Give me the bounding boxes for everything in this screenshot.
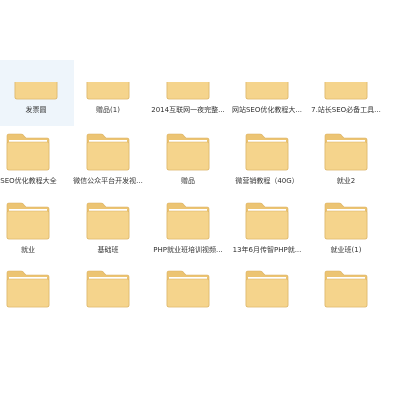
folder-icon <box>6 268 50 308</box>
folder-label: 微营销教程（40G） <box>235 177 299 185</box>
folder-item[interactable]: 赠品 <box>150 131 226 197</box>
folder-icon <box>166 82 210 100</box>
folder-icon <box>6 200 50 240</box>
folder-label: 赠品 <box>181 177 195 185</box>
folder-label: 站SEO优化教程大全 <box>0 177 57 185</box>
folder-item[interactable]: 2014互联网一夜完整... <box>150 60 226 126</box>
folder-icon <box>14 82 58 100</box>
folder-icon <box>245 82 289 100</box>
folder-label <box>150 312 226 324</box>
folder-label: 发票圆 <box>25 106 47 114</box>
folder-item[interactable] <box>70 268 146 334</box>
folder-label: 2014互联网一夜完整... <box>151 106 225 114</box>
folder-label: 微信公众平台开发视... <box>73 177 143 185</box>
folder-icon <box>245 131 289 171</box>
folder-icon <box>86 82 130 100</box>
folder-item[interactable]: 基础班 <box>70 200 146 266</box>
folder-label: 网站SEO优化教程大... <box>231 106 303 114</box>
folder-label: 就业 <box>21 246 35 254</box>
folder-label: 7.站长SEO必备工具... <box>311 106 381 114</box>
folder-icon <box>166 200 210 240</box>
folder-item[interactable]: 7.站长SEO必备工具... <box>308 60 384 126</box>
folder-item[interactable] <box>150 268 226 334</box>
folder-item[interactable]: 赠品(1) <box>70 60 146 126</box>
folder-item[interactable]: 就业2 <box>308 131 384 197</box>
folder-label <box>229 312 305 324</box>
folder-label: 13年6月传智PHP就... <box>232 246 302 254</box>
folder-item[interactable] <box>0 268 66 334</box>
folder-item[interactable]: 发票圆 <box>0 60 74 126</box>
folder-item[interactable]: 就业 <box>0 200 66 266</box>
folder-item[interactable] <box>229 268 305 334</box>
folder-grid: 发票圆 赠品(1) 2014互联网一夜完整... 网站SEO优化教程大... 7… <box>0 0 400 400</box>
folder-item[interactable] <box>308 268 384 334</box>
folder-icon <box>166 131 210 171</box>
folder-item[interactable]: 微信公众平台开发视... <box>70 131 146 197</box>
folder-icon <box>166 268 210 308</box>
file-explorer: 发票圆 赠品(1) 2014互联网一夜完整... 网站SEO优化教程大... 7… <box>0 0 400 400</box>
folder-label: 就业班(1) <box>330 246 362 254</box>
folder-icon <box>86 268 130 308</box>
folder-label <box>70 312 146 324</box>
folder-label <box>0 312 66 324</box>
folder-icon <box>86 131 130 171</box>
folder-icon <box>324 131 368 171</box>
folder-icon <box>324 268 368 308</box>
folder-label: 基础班 <box>97 246 119 254</box>
folder-item[interactable]: 13年6月传智PHP就... <box>229 200 305 266</box>
folder-icon <box>324 200 368 240</box>
folder-icon <box>86 200 130 240</box>
folder-item[interactable]: 网站SEO优化教程大... <box>229 60 305 126</box>
folder-label: 赠品(1) <box>96 106 120 114</box>
folder-icon <box>245 268 289 308</box>
folder-icon <box>6 131 50 171</box>
folder-label: PHP就业班培训视频... <box>153 246 223 254</box>
folder-icon <box>245 200 289 240</box>
folder-icon <box>324 82 368 100</box>
folder-label <box>308 312 384 324</box>
folder-item[interactable]: 就业班(1) <box>308 200 384 266</box>
folder-label: 就业2 <box>336 177 356 185</box>
folder-item[interactable]: PHP就业班培训视频... <box>150 200 226 266</box>
folder-item[interactable]: 微营销教程（40G） <box>229 131 305 197</box>
folder-item[interactable]: 站SEO优化教程大全 <box>0 131 64 197</box>
